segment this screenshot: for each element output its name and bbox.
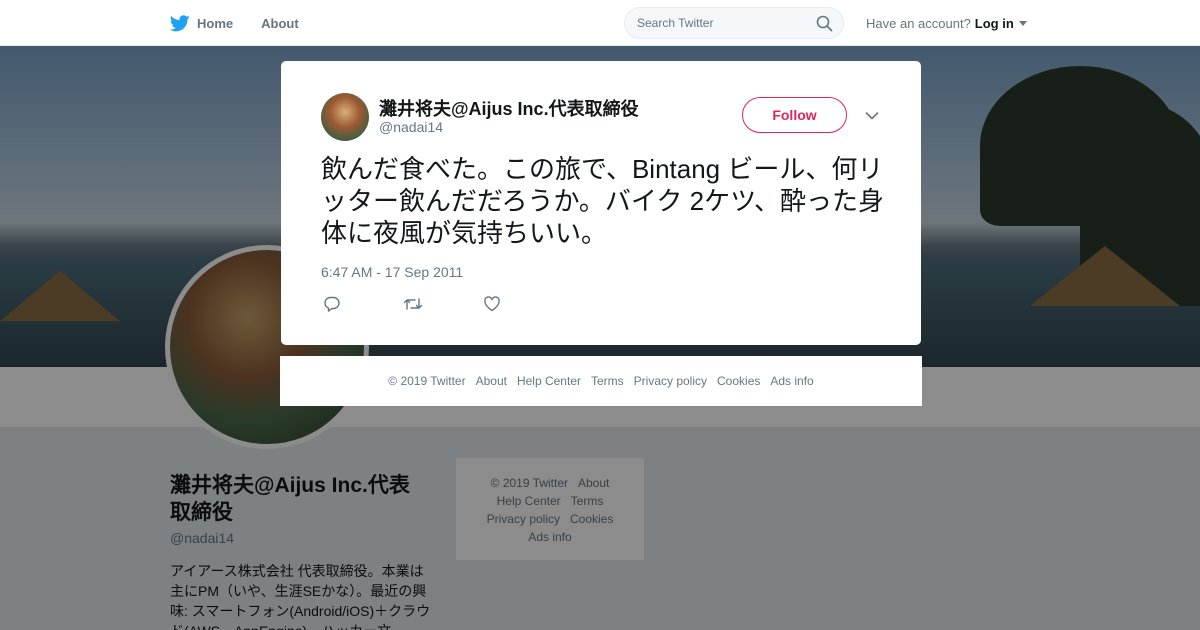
- tweet-text: 飲んだ食べた。この旅で、Bintang ビール、何リッター飲んだだろうか。バイク…: [321, 154, 885, 248]
- nav-about-label: About: [261, 15, 299, 31]
- top-navigation: Home About Have an account? Log in: [0, 0, 1200, 46]
- footer-ads[interactable]: Ads info: [770, 374, 813, 388]
- twitter-bird-icon: [170, 14, 190, 32]
- login-link[interactable]: Log in: [975, 16, 1014, 31]
- nav-left: Home About: [170, 0, 299, 46]
- tweet-author-handle[interactable]: @nadai14: [379, 119, 443, 135]
- footer-cookies[interactable]: Cookies: [717, 374, 760, 388]
- tweet-timestamp[interactable]: 6:47 AM - 17 Sep 2011: [321, 264, 463, 280]
- footer-terms[interactable]: Terms: [591, 374, 624, 388]
- search-input[interactable]: [625, 8, 815, 38]
- search-icon[interactable]: [816, 15, 833, 37]
- close-icon[interactable]: [1156, 14, 1176, 34]
- modal-footer: © 2019 Twitter About Help Center Terms P…: [280, 356, 922, 406]
- follow-button[interactable]: Follow: [742, 97, 847, 133]
- caret-down-icon[interactable]: [1018, 21, 1027, 26]
- reply-icon[interactable]: [323, 295, 341, 313]
- retweet-icon[interactable]: [403, 295, 423, 313]
- tweet-actions: [323, 295, 501, 313]
- footer-privacy[interactable]: Privacy policy: [634, 374, 707, 388]
- footer-about[interactable]: About: [476, 374, 507, 388]
- nav-home[interactable]: Home: [170, 14, 234, 32]
- tweet-author-name[interactable]: 灘井将夫@Aijus Inc.代表取締役: [379, 95, 639, 121]
- tweet-modal: 灘井将夫@Aijus Inc.代表取締役 @nadai14 Follow 飲んだ…: [281, 61, 921, 345]
- nav-about[interactable]: About: [261, 16, 299, 31]
- chevron-down-icon[interactable]: [865, 108, 879, 126]
- footer-help[interactable]: Help Center: [517, 374, 581, 388]
- footer-copyright: © 2019 Twitter: [388, 374, 466, 388]
- like-icon[interactable]: [483, 295, 501, 313]
- have-account-text: Have an account?: [866, 16, 971, 31]
- search-box: [624, 7, 844, 39]
- tweet-author-avatar[interactable]: [321, 93, 369, 141]
- account-area: Have an account? Log in: [866, 16, 1027, 31]
- nav-home-label: Home: [197, 15, 234, 31]
